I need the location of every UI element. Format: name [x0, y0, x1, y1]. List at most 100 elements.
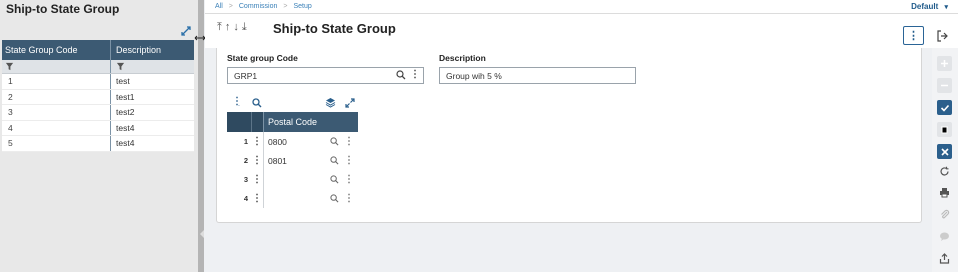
column-header-state-group-code[interactable]: State Group Code: [2, 40, 111, 60]
filter-cell-code[interactable]: [2, 60, 111, 73]
postal-code-table: Postal Code 1 ⋮ 0800 ⋮ 2 ⋮ 0801 ⋮ 3 ⋮ ⋮ …: [227, 112, 358, 208]
paperclip-icon: [941, 209, 950, 219]
refresh-button[interactable]: [937, 164, 952, 179]
table-row[interactable]: 2 test1: [2, 89, 194, 105]
table-row[interactable]: 1 ⋮ 0800 ⋮: [227, 132, 358, 151]
cell-code[interactable]: 1: [2, 74, 111, 89]
state-group-code-field[interactable]: GRP1 ⋮: [227, 67, 424, 84]
exit-icon[interactable]: [936, 30, 948, 42]
comment-button[interactable]: [937, 229, 952, 244]
cell-description[interactable]: test4: [111, 121, 194, 136]
row-menu-button[interactable]: ⋮: [251, 136, 263, 147]
cell-description[interactable]: test2: [111, 105, 194, 120]
table-row[interactable]: 4 ⋮ ⋮: [227, 189, 358, 208]
search-icon[interactable]: [396, 70, 406, 80]
vertical-dots-icon[interactable]: ⋮: [344, 136, 354, 147]
close-icon: [940, 147, 949, 156]
vertical-dots-icon: ⋮: [908, 30, 919, 42]
search-icon[interactable]: [330, 156, 339, 165]
cell-actions: ⋮: [330, 174, 354, 185]
postal-code-cell[interactable]: 0800 ⋮: [263, 132, 358, 151]
next-record-icon[interactable]: ↓: [233, 21, 239, 34]
cell-code[interactable]: 4: [2, 120, 111, 135]
breadcrumb-separator: >: [228, 3, 233, 10]
field-actions: ⋮: [396, 70, 420, 80]
print-icon: [940, 188, 949, 198]
cell-actions: ⋮: [330, 193, 354, 204]
postal-code-cell[interactable]: 0801 ⋮: [263, 151, 358, 170]
breadcrumb-all[interactable]: All: [215, 3, 223, 10]
add-button[interactable]: [937, 56, 952, 71]
cell-description[interactable]: test: [111, 74, 194, 89]
table-row[interactable]: 3 test2: [2, 105, 194, 121]
vertical-dots-icon[interactable]: ⋮: [344, 155, 354, 166]
row-number-header: [227, 112, 251, 132]
print-button[interactable]: [937, 185, 952, 200]
cell-code[interactable]: 2: [2, 89, 111, 104]
vertical-dots-icon: ⋮: [252, 173, 262, 185]
more-actions-button[interactable]: ⋮: [903, 26, 924, 45]
breadcrumb-separator: >: [283, 3, 288, 10]
first-record-icon[interactable]: ⤒: [217, 21, 222, 34]
previous-record-icon[interactable]: ↑: [225, 21, 231, 34]
left-panel: Ship-to State Group State Group Code Des…: [0, 0, 198, 272]
description-value: Group wih 5 %: [446, 70, 502, 81]
cell-description[interactable]: test1: [111, 90, 194, 105]
attachment-button[interactable]: [937, 207, 952, 222]
cell-description[interactable]: test4: [111, 136, 194, 151]
filter-icon[interactable]: [5, 62, 14, 71]
description-field[interactable]: Group wih 5 %: [439, 67, 636, 84]
collapse-left-icon[interactable]: [200, 230, 205, 238]
dropdown-caret-icon: .: [238, 101, 240, 108]
default-menu[interactable]: Default ▾: [911, 2, 948, 11]
save-button[interactable]: [937, 100, 952, 115]
expand-icon[interactable]: [180, 25, 192, 37]
comment-icon: [940, 232, 949, 241]
filter-icon[interactable]: [116, 62, 125, 71]
table-header: Postal Code: [227, 112, 358, 132]
column-header-postal-code[interactable]: Postal Code: [263, 112, 358, 132]
table-row[interactable]: 1 test: [2, 74, 194, 90]
layers-icon[interactable]: [325, 97, 336, 108]
breadcrumb-setup[interactable]: Setup: [293, 3, 311, 10]
filter-cell-description[interactable]: [111, 60, 194, 73]
row-menu-header: [251, 112, 263, 132]
vertical-dots-icon: ⋮: [252, 154, 262, 166]
row-menu-button[interactable]: ⋮: [251, 192, 263, 204]
search-icon[interactable]: [252, 98, 262, 108]
dropdown-caret-icon: ▾: [944, 4, 948, 11]
column-header-description[interactable]: Description: [111, 40, 194, 60]
table-row[interactable]: 5 test4: [2, 136, 194, 152]
row-menu-button[interactable]: ⋮: [251, 154, 263, 166]
row-menu-button[interactable]: ⋮: [251, 173, 263, 185]
grid-toolbar: ⋮ .: [229, 97, 357, 109]
postal-code-cell[interactable]: ⋮: [263, 189, 358, 208]
duplicate-button[interactable]: [937, 78, 952, 93]
row-number: 1: [243, 137, 248, 146]
postal-code-value: 0800: [268, 136, 287, 147]
left-panel-title: Ship-to State Group: [6, 2, 120, 16]
delete-button[interactable]: [937, 122, 952, 137]
search-icon[interactable]: [330, 137, 339, 146]
table-row[interactable]: 4 test4: [2, 120, 194, 136]
vertical-dots-icon: ⋮: [252, 192, 262, 204]
trash-icon: [941, 126, 948, 134]
last-record-icon[interactable]: ⤓: [242, 21, 247, 34]
default-menu-label: Default: [911, 2, 939, 11]
export-button[interactable]: [937, 251, 952, 266]
cell-code[interactable]: 3: [2, 105, 111, 120]
divider: [205, 13, 958, 14]
search-icon[interactable]: [330, 194, 339, 203]
grid-menu-icon[interactable]: ⋮: [232, 97, 242, 107]
breadcrumb-commission[interactable]: Commission: [239, 3, 278, 10]
search-icon[interactable]: [330, 175, 339, 184]
vertical-dots-icon[interactable]: ⋮: [344, 174, 354, 185]
vertical-dots-icon[interactable]: ⋮: [410, 70, 420, 80]
expand-icon[interactable]: [345, 98, 355, 108]
cell-code[interactable]: 5: [2, 136, 111, 151]
table-row[interactable]: 3 ⋮ ⋮: [227, 170, 358, 189]
table-row[interactable]: 2 ⋮ 0801 ⋮: [227, 151, 358, 170]
vertical-dots-icon[interactable]: ⋮: [344, 193, 354, 204]
cancel-button[interactable]: [937, 144, 952, 159]
postal-code-cell[interactable]: ⋮: [263, 170, 358, 189]
